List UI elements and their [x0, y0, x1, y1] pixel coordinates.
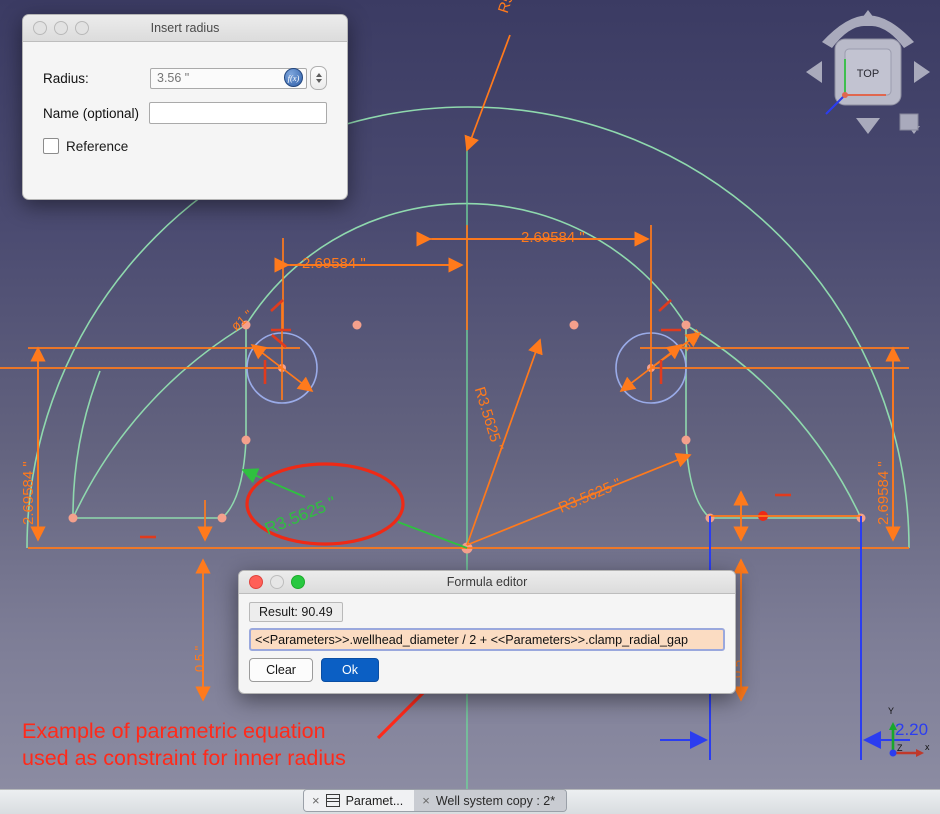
axis-label-x: x [925, 742, 930, 752]
tab-label: Paramet... [346, 794, 404, 808]
tab-label: Well system copy : 2* [436, 794, 555, 808]
axis-label-z: Z [897, 743, 903, 753]
annotation-line-2: used as constraint for inner radius [22, 745, 346, 772]
maximize-button[interactable] [291, 575, 305, 589]
formula-editor-titlebar[interactable]: Formula editor [239, 571, 735, 594]
reference-label: Reference [66, 139, 128, 154]
tab-parameters[interactable]: × Paramet... [304, 790, 414, 811]
annotation-line-1: Example of parametric equation [22, 718, 346, 745]
close-button[interactable] [249, 575, 263, 589]
axis-label-y: Y [888, 706, 894, 716]
close-icon[interactable]: × [422, 793, 430, 808]
tab-well-system-copy[interactable]: × Well system copy : 2* [414, 790, 566, 811]
taskbar: × Paramet... × Well system copy : 2* [0, 789, 940, 814]
dim-left-vertical[interactable]: 2.69584 " [20, 461, 37, 525]
window-controls[interactable] [23, 21, 89, 35]
name-input[interactable] [149, 102, 327, 124]
minimize-button[interactable] [270, 575, 284, 589]
formula-input[interactable]: <<Parameters>>.wellhead_diameter / 2 + <… [249, 628, 725, 651]
radius-stepper[interactable] [310, 66, 327, 90]
name-label: Name (optional) [43, 106, 149, 121]
formula-window-controls[interactable] [239, 575, 305, 589]
name-row: Name (optional) [43, 102, 327, 124]
formula-result: Result: 90.49 [249, 602, 343, 622]
reference-row[interactable]: Reference [43, 138, 327, 154]
dim-pos-horizontal[interactable]: 2.69584 " [521, 229, 585, 246]
navcube-face-label: TOP [857, 68, 879, 80]
ok-button[interactable]: Ok [321, 658, 379, 682]
insert-radius-titlebar[interactable]: Insert radius [23, 15, 347, 42]
clear-button[interactable]: Clear [249, 658, 313, 682]
maximize-button[interactable] [75, 21, 89, 35]
minimize-button[interactable] [54, 21, 68, 35]
close-icon[interactable]: × [312, 793, 320, 808]
annotation-text: Example of parametric equation used as c… [22, 718, 346, 772]
navcube-home-icon[interactable] [900, 114, 918, 130]
dim-axis-value[interactable]: 2.20 [895, 720, 928, 740]
radius-label: Radius: [43, 71, 150, 86]
insert-radius-dialog[interactable]: Insert radius Radius: f(x) Name (optiona… [22, 14, 348, 200]
fx-icon[interactable]: f(x) [284, 68, 303, 87]
dim-right-vertical[interactable]: 2.69584 " [875, 461, 892, 525]
grid-icon [326, 794, 340, 807]
formula-editor-title: Formula editor [239, 575, 735, 589]
document-tabstrip[interactable]: × Paramet... × Well system copy : 2* [303, 789, 567, 812]
dim-bottom-left-small[interactable]: 0.5 " [192, 646, 207, 672]
dim-neg-horizontal[interactable]: -2.69584 " [297, 255, 366, 272]
radius-row: Radius: f(x) [43, 66, 327, 90]
navigation-cube[interactable]: TOP [800, 4, 936, 140]
reference-checkbox[interactable] [43, 138, 59, 154]
close-button[interactable] [33, 21, 47, 35]
formula-editor-dialog[interactable]: Formula editor Result: 90.49 <<Parameter… [238, 570, 736, 694]
